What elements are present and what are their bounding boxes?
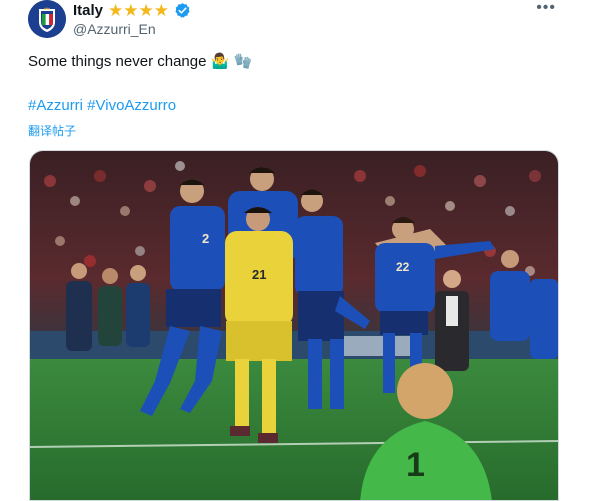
jersey-number-1: 1 (406, 446, 425, 484)
celebration-photo: 22 2 21 1 (30, 151, 558, 500)
avatar[interactable] (28, 0, 66, 38)
tweet-text: Some things never change 🤷‍♂️ 🧤 (28, 53, 253, 70)
jersey-number-21: 21 (252, 267, 266, 282)
verified-badge-icon[interactable] (174, 2, 191, 19)
more-options-icon[interactable]: ••• (536, 0, 556, 16)
tweet-photo[interactable]: 22 2 21 1 (29, 150, 559, 501)
account-name-row: Italy ★★★★ (73, 0, 191, 20)
star-emojis: ★★★★ (108, 0, 169, 20)
hashtag-links[interactable]: #Azzurri #VivoAzzurro (28, 97, 176, 114)
account-handle[interactable]: @Azzurri_En (73, 21, 156, 37)
jersey-number-2: 2 (202, 231, 209, 246)
figc-crest-icon (28, 0, 66, 38)
translate-post-link[interactable]: 翻译帖子 (28, 122, 76, 139)
display-name[interactable]: Italy (73, 2, 103, 19)
jersey-number-22: 22 (396, 260, 410, 274)
